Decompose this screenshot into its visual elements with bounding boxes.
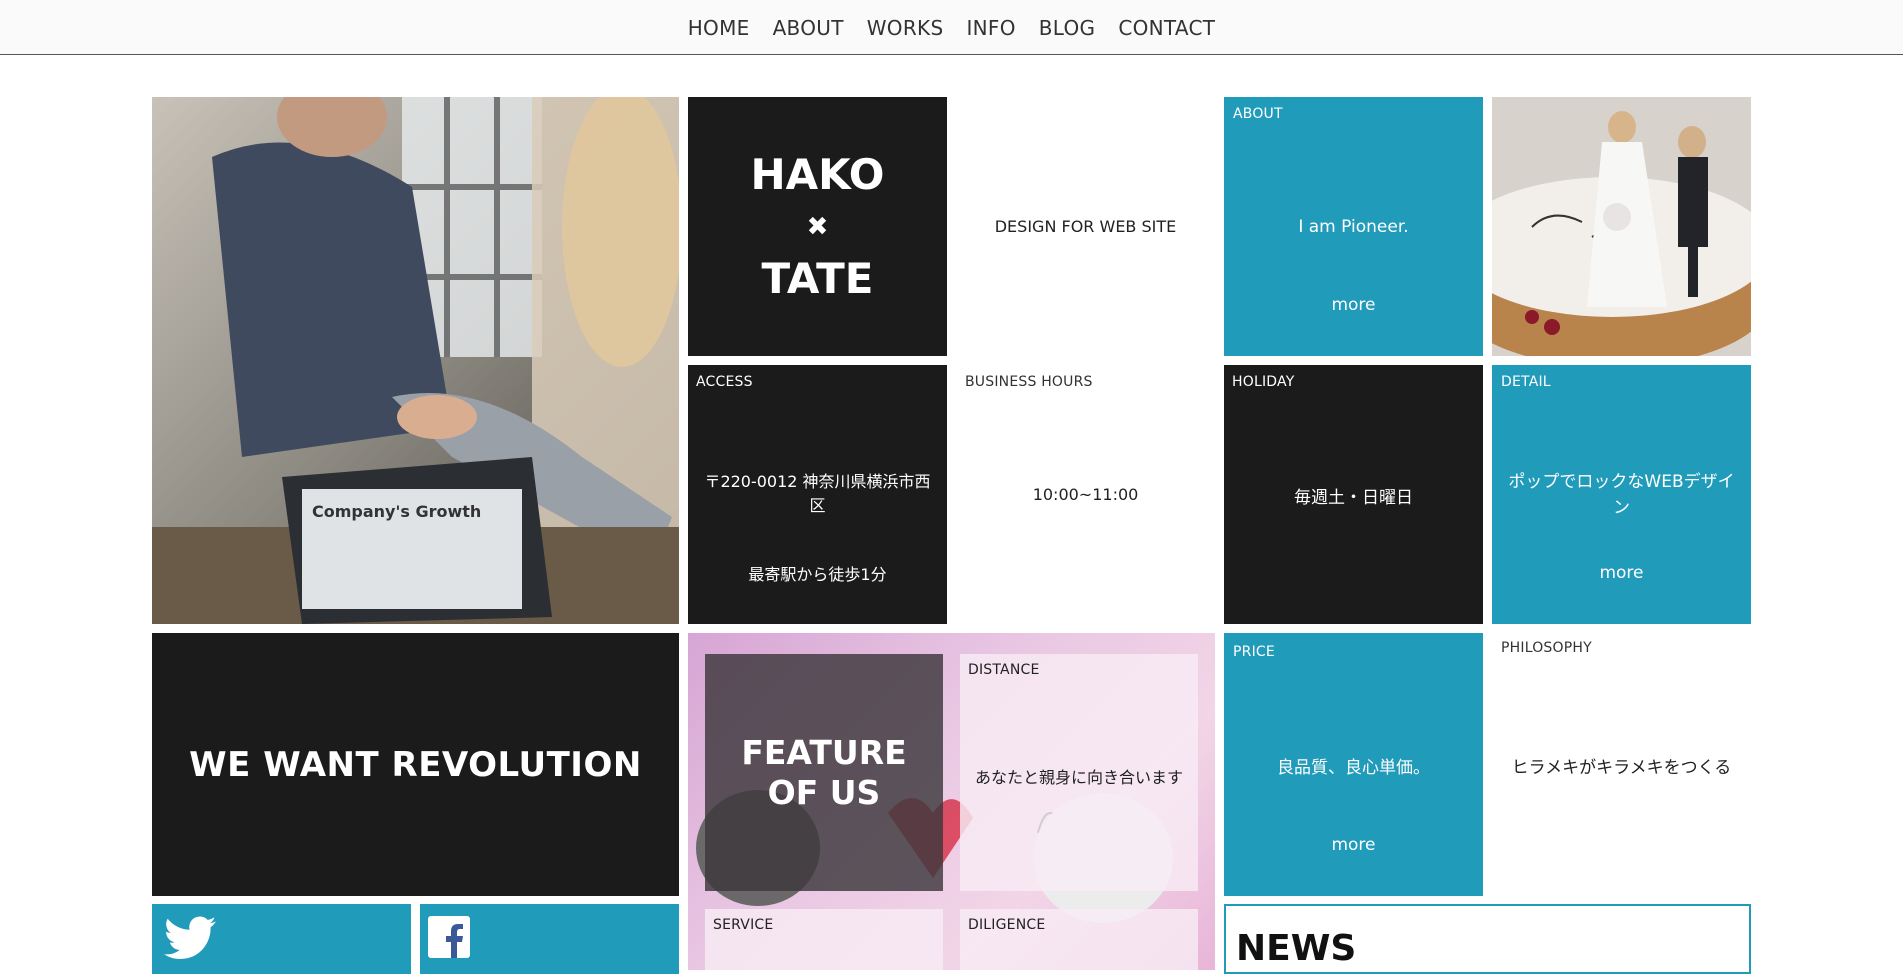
price-tile[interactable]: PRICE 良品質、良心単価。 more [1224, 633, 1483, 896]
handshake-photo: Company's Growth [152, 97, 679, 624]
hako-title-line1: HAKO [750, 150, 885, 199]
detail-more-link[interactable]: more [1492, 563, 1751, 583]
philosophy-label: PHILOSOPHY [1501, 640, 1592, 656]
feature-title-box: FEATURE OF US [705, 654, 943, 891]
revolution-tile: WE WANT REVOLUTION [152, 633, 679, 896]
business-hours-label: BUSINESS HOURS [965, 374, 1093, 390]
news-title: NEWS [1236, 928, 1357, 969]
design-tile: DESIGN FOR WEB SITE [956, 97, 1215, 356]
access-label: ACCESS [696, 374, 753, 390]
nav-blog-link[interactable]: BLOG [1039, 16, 1096, 40]
nav-home-link[interactable]: HOME [688, 16, 750, 40]
price-more-link[interactable]: more [1224, 835, 1483, 855]
feature-title-line2: OF US [767, 772, 881, 812]
wedding-cake-image [1492, 97, 1751, 356]
distance-text: あなたと親身に向き合います [974, 768, 1183, 787]
service-cell: SERVICE [705, 909, 943, 970]
distance-label: DISTANCE [968, 662, 1040, 678]
service-label: SERVICE [713, 917, 774, 933]
access-station: 最寄駅から徒歩1分 [748, 565, 887, 584]
nav-works-link[interactable]: WORKS [867, 16, 944, 40]
price-text: 良品質、良心単価。 [1277, 758, 1430, 778]
nav-about-link[interactable]: ABOUT [773, 16, 844, 40]
detail-tile[interactable]: DETAIL ポップでロックなWEBデザイン more [1492, 365, 1751, 624]
philosophy-tile: PHILOSOPHY ヒラメキがキラメキをつくる [1492, 633, 1751, 896]
handshake-photo-image: Company's Growth [152, 97, 679, 624]
diligence-label: DILIGENCE [968, 917, 1046, 933]
business-hours-text: 10:00~11:00 [1032, 485, 1139, 504]
about-more-link[interactable]: more [1224, 295, 1483, 315]
facebook-tile[interactable] [420, 904, 679, 974]
hako-tate-title: HAKO ✖ TATE [688, 149, 947, 305]
access-address: 〒220-0012 神奈川県横浜市西区 [704, 472, 931, 515]
diligence-cell: DILIGENCE [960, 909, 1198, 970]
twitter-icon [164, 916, 216, 960]
detail-text: ポップでロックなWEBデザイン [1508, 472, 1735, 518]
nav-contact-link[interactable]: CONTACT [1118, 16, 1215, 40]
philosophy-text: ヒラメキがキラメキをつくる [1511, 758, 1732, 778]
feature-tile: FEATURE OF US DISTANCE あなたと親身に向き合います SER… [688, 633, 1215, 970]
detail-label: DETAIL [1501, 374, 1551, 390]
feature-title-line1: FEATURE [741, 732, 907, 772]
top-navigation: HOME ABOUT WORKS INFO BLOG CONTACT [0, 0, 1903, 55]
nav-info-link[interactable]: INFO [966, 16, 1015, 40]
business-hours-tile: BUSINESS HOURS 10:00~11:00 [956, 365, 1215, 624]
holiday-label: HOLIDAY [1232, 374, 1295, 390]
svg-text:Company's Growth: Company's Growth [312, 502, 481, 521]
twitter-tile[interactable] [152, 904, 411, 974]
revolution-text: WE WANT REVOLUTION [189, 744, 642, 785]
price-label: PRICE [1233, 644, 1275, 660]
facebook-icon [428, 916, 470, 958]
cross-icon: ✖ [806, 212, 829, 242]
about-tile[interactable]: ABOUT I am Pioneer. more [1224, 97, 1483, 356]
about-label: ABOUT [1233, 106, 1283, 122]
design-tile-text: DESIGN FOR WEB SITE [994, 217, 1177, 236]
wedding-cake-photo [1492, 97, 1751, 356]
access-tile[interactable]: ACCESS 〒220-0012 神奈川県横浜市西区 最寄駅から徒歩1分 [688, 365, 947, 624]
distance-cell: DISTANCE あなたと親身に向き合います [960, 654, 1198, 891]
holiday-text: 毎週土・日曜日 [1294, 488, 1413, 508]
about-text: I am Pioneer. [1298, 217, 1409, 237]
hako-tate-tile[interactable]: HAKO ✖ TATE [688, 97, 947, 356]
holiday-tile: HOLIDAY 毎週土・日曜日 [1224, 365, 1483, 624]
news-tile[interactable]: NEWS [1224, 904, 1751, 974]
hako-title-line2: TATE [761, 254, 874, 303]
